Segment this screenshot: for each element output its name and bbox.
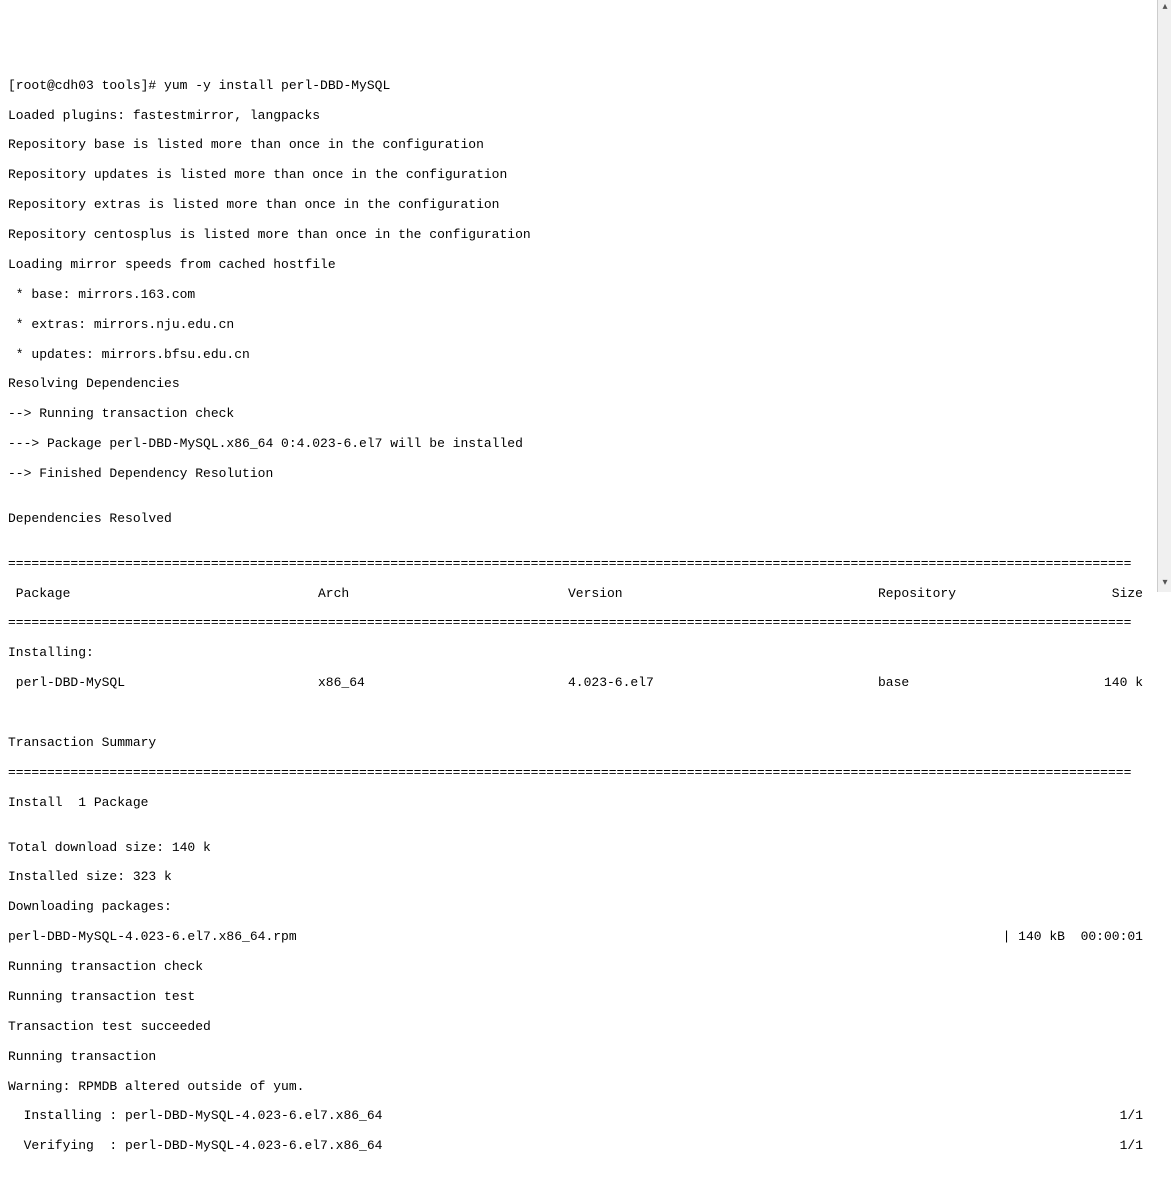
output-line: * updates: mirrors.bfsu.edu.cn: [8, 348, 1163, 363]
download-progress: perl-DBD-MySQL-4.023-6.el7.x86_64.rpm | …: [8, 930, 1163, 945]
txn-summary-label: Transaction Summary: [8, 736, 1163, 751]
installing-label: Installing:: [8, 646, 1163, 661]
col-header-version: Version: [568, 587, 878, 602]
col-header-repo: Repository: [878, 587, 1098, 602]
col-header-arch: Arch: [318, 587, 568, 602]
pkg-version: 4.023-6.el7: [568, 676, 878, 691]
verify-progress: 1/1: [1120, 1139, 1163, 1154]
output-line: Repository base is listed more than once…: [8, 138, 1163, 153]
rpm-name: perl-DBD-MySQL-4.023-6.el7.x86_64.rpm: [8, 930, 297, 945]
pkg-repo: base: [878, 676, 1098, 691]
scrollbar[interactable]: ▴ ▾: [1157, 0, 1171, 592]
output-line: * base: mirrors.163.com: [8, 288, 1163, 303]
blank-line: [8, 706, 1163, 721]
output-line: Repository centosplus is listed more tha…: [8, 228, 1163, 243]
install-count: Install 1 Package: [8, 796, 1163, 811]
col-header-package: Package: [8, 587, 318, 602]
terminal-output: [root@cdh03 tools]# yum -y install perl-…: [8, 64, 1163, 1184]
table-header-row: Package Arch Version Repository Size: [8, 587, 1163, 602]
prompt-line: [root@cdh03 tools]# yum -y install perl-…: [8, 79, 1163, 94]
output-line: Loaded plugins: fastestmirror, langpacks: [8, 109, 1163, 124]
output-line: Transaction test succeeded: [8, 1020, 1163, 1035]
divider: ========================================…: [8, 766, 1163, 781]
scroll-up-icon[interactable]: ▴: [1158, 0, 1171, 16]
output-line: Resolving Dependencies: [8, 377, 1163, 392]
output-line: * extras: mirrors.nju.edu.cn: [8, 318, 1163, 333]
pkg-size: 140 k: [1098, 676, 1163, 691]
output-line: Warning: RPMDB altered outside of yum.: [8, 1080, 1163, 1095]
output-line: Downloading packages:: [8, 900, 1163, 915]
output-line: Repository extras is listed more than on…: [8, 198, 1163, 213]
install-progress: 1/1: [1120, 1109, 1163, 1124]
rpm-progress: | 140 kB 00:00:01: [297, 930, 1163, 945]
installing-line: Installing : perl-DBD-MySQL-4.023-6.el7.…: [8, 1109, 1163, 1124]
install-pkg: Installing : perl-DBD-MySQL-4.023-6.el7.…: [8, 1109, 1120, 1124]
scroll-down-icon[interactable]: ▾: [1158, 576, 1171, 592]
output-line: Total download size: 140 k: [8, 841, 1163, 856]
output-line: ---> Package perl-DBD-MySQL.x86_64 0:4.0…: [8, 437, 1163, 452]
output-line: Installed size: 323 k: [8, 870, 1163, 885]
divider: ========================================…: [8, 616, 1163, 631]
output-line: Running transaction check: [8, 960, 1163, 975]
pkg-name: perl-DBD-MySQL: [8, 676, 318, 691]
verifying-line: Verifying : perl-DBD-MySQL-4.023-6.el7.x…: [8, 1139, 1163, 1154]
output-line: Dependencies Resolved: [8, 512, 1163, 527]
divider: ========================================…: [8, 557, 1163, 572]
output-line: --> Running transaction check: [8, 407, 1163, 422]
output-line: Repository updates is listed more than o…: [8, 168, 1163, 183]
output-line: --> Finished Dependency Resolution: [8, 467, 1163, 482]
verify-pkg: Verifying : perl-DBD-MySQL-4.023-6.el7.x…: [8, 1139, 1120, 1154]
output-line: Loading mirror speeds from cached hostfi…: [8, 258, 1163, 273]
col-header-size: Size: [1098, 587, 1163, 602]
pkg-arch: x86_64: [318, 676, 568, 691]
table-row: perl-DBD-MySQL x86_64 4.023-6.el7 base 1…: [8, 676, 1163, 691]
output-line: Running transaction test: [8, 990, 1163, 1005]
output-line: Running transaction: [8, 1050, 1163, 1065]
